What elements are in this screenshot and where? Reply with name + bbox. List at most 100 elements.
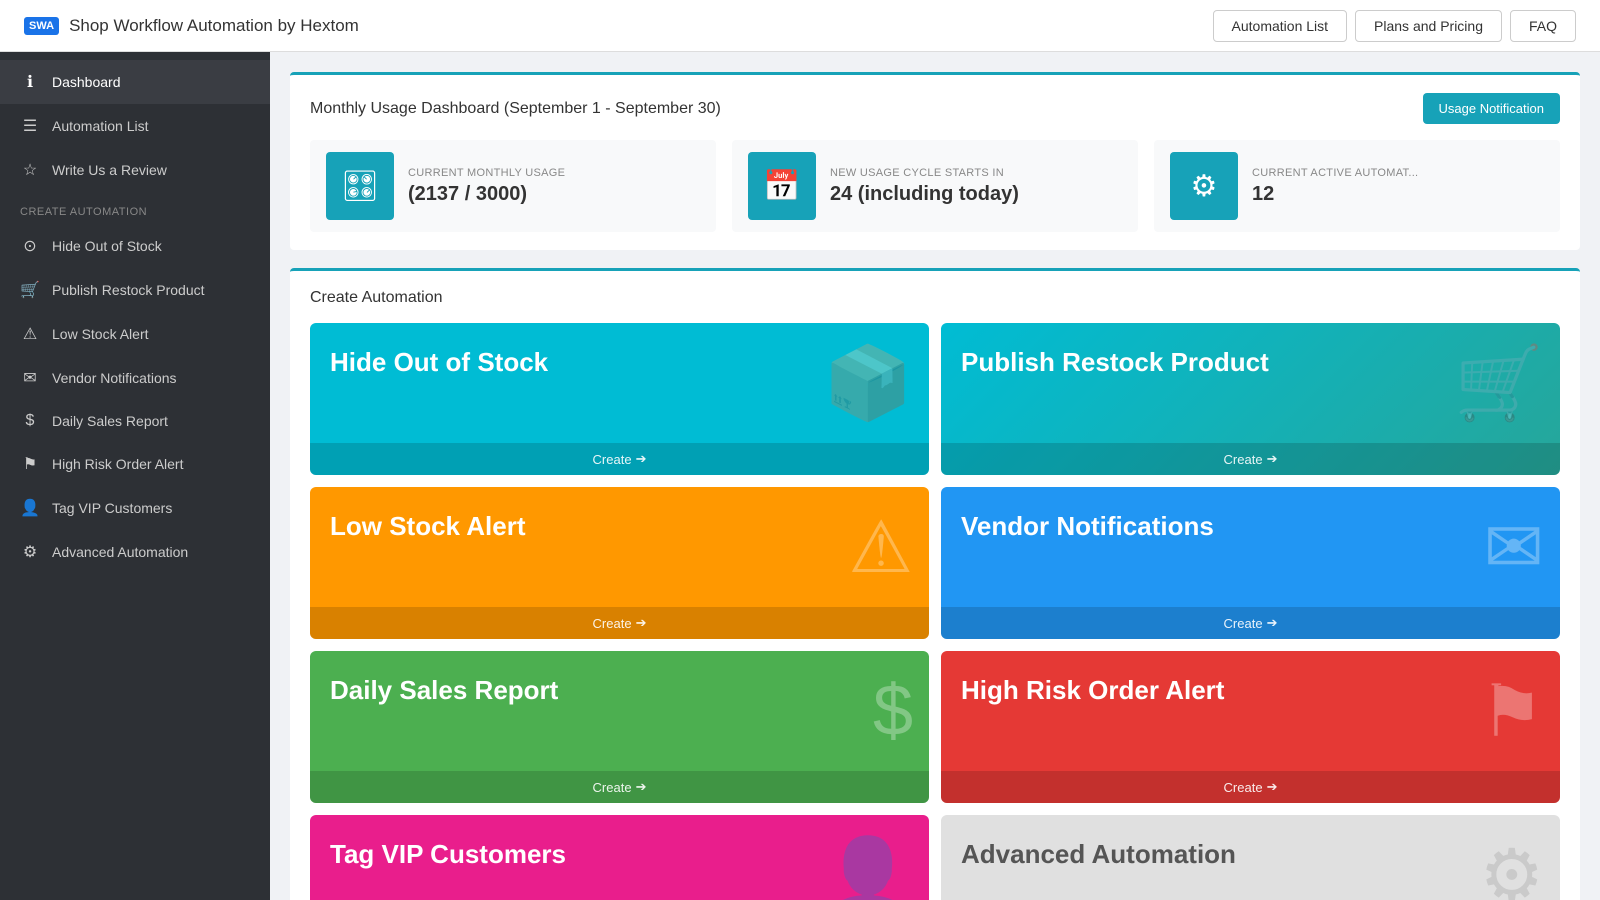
sidebar-label-advanced-automation: Advanced Automation: [52, 544, 188, 560]
eye-icon: ⊙: [20, 236, 40, 256]
automation-card-advanced[interactable]: Advanced Automation ⚙ Create ➔: [941, 815, 1560, 900]
automation-cards-grid: Hide Out of Stock 📦 Create ➔ Publish Res…: [310, 323, 1560, 900]
gear-bg-icon: ⚙: [1479, 833, 1544, 900]
automation-card-body-advanced: Advanced Automation ⚙: [941, 815, 1560, 900]
automation-card-title-advanced: Advanced Automation: [961, 839, 1236, 870]
new-cycle-icon-box: 📅: [748, 152, 816, 220]
new-cycle-value: 24 (including today): [830, 183, 1019, 206]
sidebar-item-automation-list[interactable]: ☰ Automation List: [0, 104, 270, 148]
sidebar-item-low-stock-alert[interactable]: ⚠ Low Stock Alert: [0, 312, 270, 356]
mail-bg-icon: ✉: [1484, 505, 1544, 589]
sidebar: ℹ Dashboard ☰ Automation List ☆ Write Us…: [0, 52, 270, 900]
stat-new-cycle-text: NEW USAGE CYCLE STARTS IN 24 (including …: [830, 167, 1019, 206]
automation-card-title-highrisk: High Risk Order Alert: [961, 675, 1224, 706]
automation-card-title-vendor: Vendor Notifications: [961, 511, 1214, 542]
usage-notification-button[interactable]: Usage Notification: [1423, 93, 1561, 124]
automation-card-body-daily: Daily Sales Report $: [310, 651, 929, 771]
sidebar-item-write-review[interactable]: ☆ Write Us a Review: [0, 148, 270, 192]
content-area: Monthly Usage Dashboard (September 1 - S…: [270, 52, 1600, 900]
sidebar-section-create-automation: CREATE AUTOMATION: [0, 192, 270, 224]
top-header: SWA Shop Workflow Automation by Hextom A…: [0, 0, 1600, 52]
create-automation-card: Create Automation Hide Out of Stock 📦 Cr…: [290, 268, 1580, 900]
sidebar-label-hide-out-of-stock: Hide Out of Stock: [52, 238, 162, 254]
sidebar-item-daily-sales-report[interactable]: $ Daily Sales Report: [0, 400, 270, 442]
automation-card-vendor[interactable]: Vendor Notifications ✉ Create ➔: [941, 487, 1560, 639]
plans-pricing-button[interactable]: Plans and Pricing: [1355, 10, 1502, 42]
automation-card-title-hide: Hide Out of Stock: [330, 347, 548, 378]
usage-dashboard-card: Monthly Usage Dashboard (September 1 - S…: [290, 72, 1580, 250]
usage-header: Monthly Usage Dashboard (September 1 - S…: [310, 93, 1560, 124]
app-title: Shop Workflow Automation by Hextom: [69, 16, 359, 36]
cart-icon: 🛒: [20, 280, 40, 300]
automation-card-footer-highrisk[interactable]: Create ➔: [941, 771, 1560, 803]
create-label-publish: Create: [1224, 452, 1263, 467]
sidebar-item-hide-out-of-stock[interactable]: ⊙ Hide Out of Stock: [0, 224, 270, 268]
monthly-usage-label: CURRENT MONTHLY USAGE: [408, 167, 565, 179]
automation-list-button[interactable]: Automation List: [1213, 10, 1348, 42]
automation-card-footer-hide[interactable]: Create ➔: [310, 443, 929, 475]
sidebar-item-dashboard[interactable]: ℹ Dashboard: [0, 60, 270, 104]
create-label-lowstock: Create: [593, 616, 632, 631]
create-label-hide: Create: [593, 452, 632, 467]
stat-monthly-usage-text: CURRENT MONTHLY USAGE (2137 / 3000): [408, 167, 565, 206]
dollar-icon: $: [20, 412, 40, 430]
flag-bg-icon: ⚑: [1479, 669, 1544, 753]
monthly-usage-icon-box: 🎛: [326, 152, 394, 220]
sidebar-label-dashboard: Dashboard: [52, 74, 121, 90]
automation-card-tag-vip[interactable]: Tag VIP Customers 👤 Create ➔: [310, 815, 929, 900]
create-automation-title: Create Automation: [310, 289, 1560, 307]
create-label-highrisk: Create: [1224, 780, 1263, 795]
automation-card-footer-vendor[interactable]: Create ➔: [941, 607, 1560, 639]
info-icon: ℹ: [20, 72, 40, 92]
box-icon: 📦: [823, 341, 913, 426]
settings-icon: ⚙: [1191, 169, 1218, 204]
create-label-daily: Create: [593, 780, 632, 795]
automation-card-footer-publish[interactable]: Create ➔: [941, 443, 1560, 475]
sidebar-label-low-stock-alert: Low Stock Alert: [52, 326, 149, 342]
automation-card-body-lowstock: Low Stock Alert ⚠: [310, 487, 929, 607]
sidebar-label-daily-sales-report: Daily Sales Report: [52, 413, 168, 429]
automation-card-footer-lowstock[interactable]: Create ➔: [310, 607, 929, 639]
user-icon: 👤: [20, 498, 40, 518]
automation-card-body-highrisk: High Risk Order Alert ⚑: [941, 651, 1560, 771]
arrow-icon-daily: ➔: [636, 779, 647, 795]
gear-icon: ⚙: [20, 542, 40, 562]
sidebar-label-tag-vip: Tag VIP Customers: [52, 500, 172, 516]
automation-card-body-tagvip: Tag VIP Customers 👤: [310, 815, 929, 900]
sidebar-item-high-risk-order[interactable]: ⚑ High Risk Order Alert: [0, 442, 270, 486]
sidebar-label-automation-list: Automation List: [52, 118, 149, 134]
automation-card-footer-daily[interactable]: Create ➔: [310, 771, 929, 803]
sidebar-item-advanced-automation[interactable]: ⚙ Advanced Automation: [0, 530, 270, 574]
automation-card-title-lowstock: Low Stock Alert: [330, 511, 526, 542]
user-bg-icon: 👤: [823, 833, 913, 900]
main-layout: ℹ Dashboard ☰ Automation List ☆ Write Us…: [0, 52, 1600, 900]
calendar-icon: 📅: [763, 169, 800, 204]
automation-card-title-publish: Publish Restock Product: [961, 347, 1269, 378]
star-icon: ☆: [20, 160, 40, 180]
stat-new-cycle: 📅 NEW USAGE CYCLE STARTS IN 24 (includin…: [732, 140, 1138, 232]
stat-active-automations: ⚙ CURRENT ACTIVE AUTOMAT... 12: [1154, 140, 1560, 232]
sidebar-label-vendor-notifications: Vendor Notifications: [52, 370, 177, 386]
automation-card-body-vendor: Vendor Notifications ✉: [941, 487, 1560, 607]
sidebar-item-tag-vip[interactable]: 👤 Tag VIP Customers: [0, 486, 270, 530]
automation-card-publish-restock[interactable]: Publish Restock Product 🛒 Create ➔: [941, 323, 1560, 475]
usage-stats: 🎛 CURRENT MONTHLY USAGE (2137 / 3000) 📅 …: [310, 140, 1560, 232]
arrow-icon-hide: ➔: [636, 451, 647, 467]
automation-card-high-risk[interactable]: High Risk Order Alert ⚑ Create ➔: [941, 651, 1560, 803]
stat-active-automations-text: CURRENT ACTIVE AUTOMAT... 12: [1252, 167, 1418, 206]
list-icon: ☰: [20, 116, 40, 136]
active-automations-label: CURRENT ACTIVE AUTOMAT...: [1252, 167, 1418, 179]
automation-card-daily-sales[interactable]: Daily Sales Report $ Create ➔: [310, 651, 929, 803]
automation-card-hide-out-of-stock[interactable]: Hide Out of Stock 📦 Create ➔: [310, 323, 929, 475]
faq-button[interactable]: FAQ: [1510, 10, 1576, 42]
dashboard-icon: 🎛: [341, 169, 379, 204]
stat-monthly-usage: 🎛 CURRENT MONTHLY USAGE (2137 / 3000): [310, 140, 716, 232]
flag-icon: ⚑: [20, 454, 40, 474]
header-buttons: Automation List Plans and Pricing FAQ: [1213, 10, 1576, 42]
automation-card-low-stock[interactable]: Low Stock Alert ⚠ Create ➔: [310, 487, 929, 639]
sidebar-label-publish-restock: Publish Restock Product: [52, 282, 205, 298]
sidebar-item-vendor-notifications[interactable]: ✉ Vendor Notifications: [0, 356, 270, 400]
automation-card-title-daily: Daily Sales Report: [330, 675, 558, 706]
sidebar-item-publish-restock[interactable]: 🛒 Publish Restock Product: [0, 268, 270, 312]
active-automations-icon-box: ⚙: [1170, 152, 1238, 220]
